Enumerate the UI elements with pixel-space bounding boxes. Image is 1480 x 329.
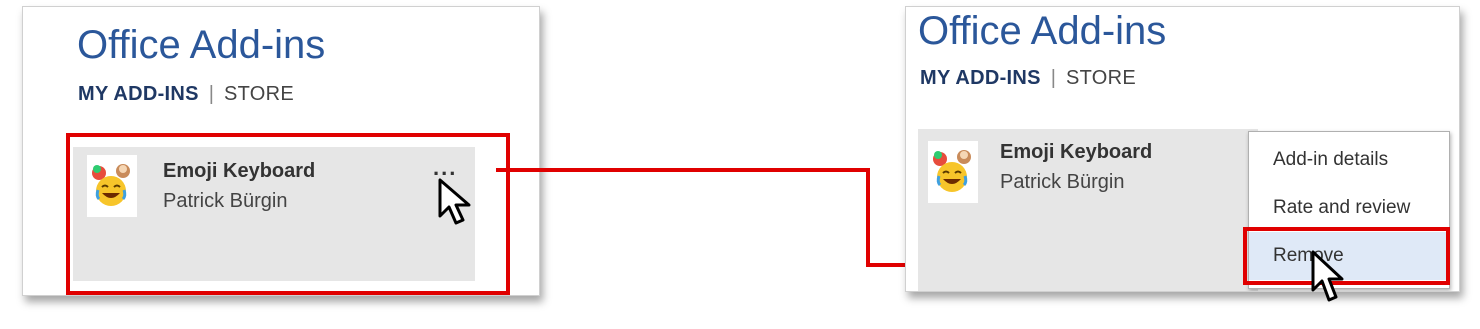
addin-name: Emoji Keyboard <box>1000 141 1153 163</box>
menu-item-addin-details[interactable]: Add-in details <box>1249 136 1449 184</box>
page-title: Office Add-ins <box>918 9 1167 53</box>
addins-nav: MY ADD-INS | STORE <box>920 67 1136 90</box>
addin-card[interactable]: Emoji Keyboard Patrick Bürgin <box>918 129 1258 291</box>
nav-separator: | <box>1050 67 1056 89</box>
tab-store[interactable]: STORE <box>1066 67 1136 89</box>
addin-author: Patrick Bürgin <box>1000 171 1125 193</box>
tab-my-addins[interactable]: MY ADD-INS <box>920 67 1041 89</box>
emoji-laughing-icon <box>928 141 978 203</box>
menu-item-rate-and-review[interactable]: Rate and review <box>1249 184 1449 232</box>
mouse-pointer-icon <box>1311 250 1344 302</box>
